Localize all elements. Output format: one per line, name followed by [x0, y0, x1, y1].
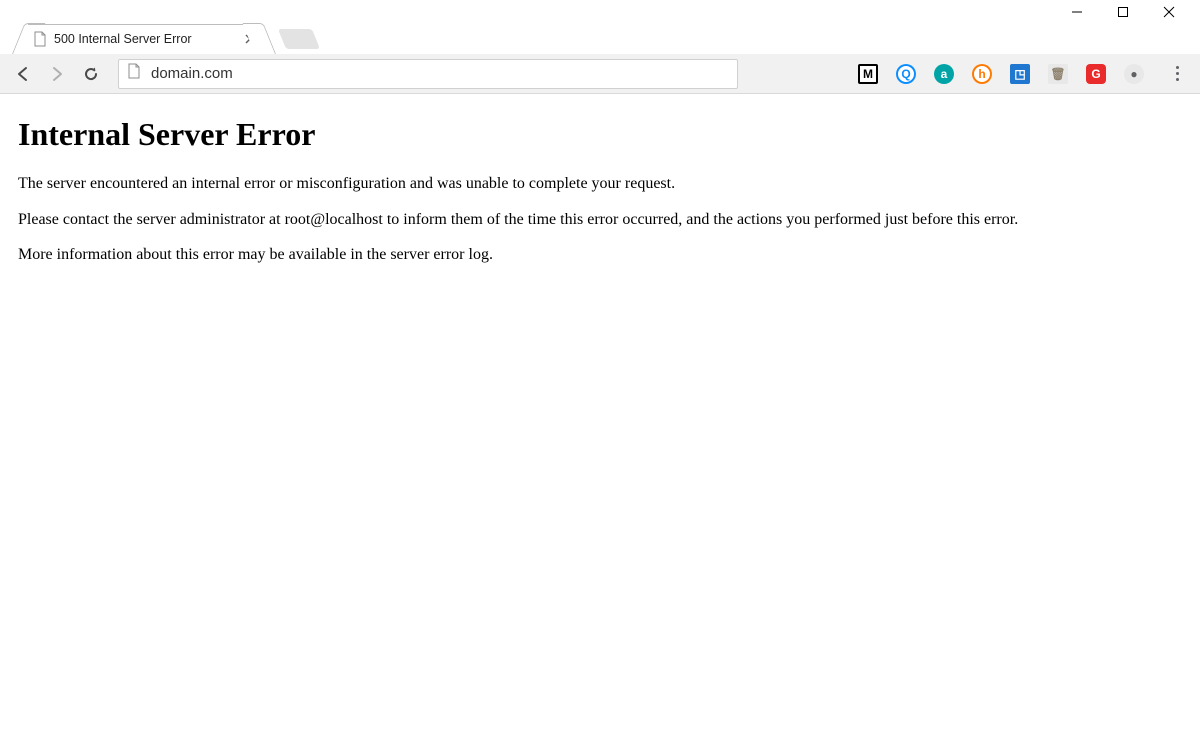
tab-close-button[interactable] [242, 31, 258, 47]
extension-ext-rec-icon[interactable]: ● [1124, 64, 1144, 84]
extensions-strip: MQah ◳ 🗑 G ● [858, 64, 1148, 84]
extension-ext-trash-icon[interactable]: 🗑 [1048, 64, 1068, 84]
window-close-button[interactable] [1146, 0, 1192, 24]
extension-ext-screenshot-icon[interactable]: ◳ [1010, 64, 1030, 84]
new-tab-button[interactable] [278, 29, 320, 49]
kebab-dot-icon [1176, 66, 1179, 69]
extension-ext-h-orange-icon[interactable]: h [972, 64, 992, 84]
browser-menu-button[interactable] [1162, 59, 1192, 89]
back-button[interactable] [8, 59, 38, 89]
extension-ext-m-icon[interactable]: M [858, 64, 878, 84]
page-content: Internal Server Error The server encount… [0, 94, 1200, 290]
error-paragraph: Please contact the server administrator … [18, 209, 1178, 231]
window-maximize-button[interactable] [1100, 0, 1146, 24]
page-file-icon [32, 31, 48, 47]
address-bar-url: domain.com [151, 65, 233, 82]
window-minimize-button[interactable] [1054, 0, 1100, 24]
error-heading: Internal Server Error [18, 116, 1182, 153]
error-paragraph: More information about this error may be… [18, 244, 1178, 266]
tab-strip: 500 Internal Server Error [0, 24, 1200, 54]
browser-window: 500 Internal Server Error [0, 0, 1200, 750]
reload-button[interactable] [76, 59, 106, 89]
address-bar[interactable]: domain.com [118, 59, 738, 89]
extension-ext-q-blue-icon[interactable]: Q [896, 64, 916, 84]
extension-ext-g-red-icon[interactable]: G [1086, 64, 1106, 84]
kebab-dot-icon [1176, 72, 1179, 75]
tab-title: 500 Internal Server Error [54, 32, 192, 46]
kebab-dot-icon [1176, 78, 1179, 81]
error-paragraph: The server encountered an internal error… [18, 173, 1178, 195]
forward-button[interactable] [42, 59, 72, 89]
browser-toolbar: domain.com MQah ◳ 🗑 G ● [0, 54, 1200, 94]
extension-ext-a-teal-icon[interactable]: a [934, 64, 954, 84]
page-file-icon [127, 63, 141, 84]
window-caption-bar [0, 0, 1200, 24]
tab-active[interactable]: 500 Internal Server Error [24, 24, 264, 54]
